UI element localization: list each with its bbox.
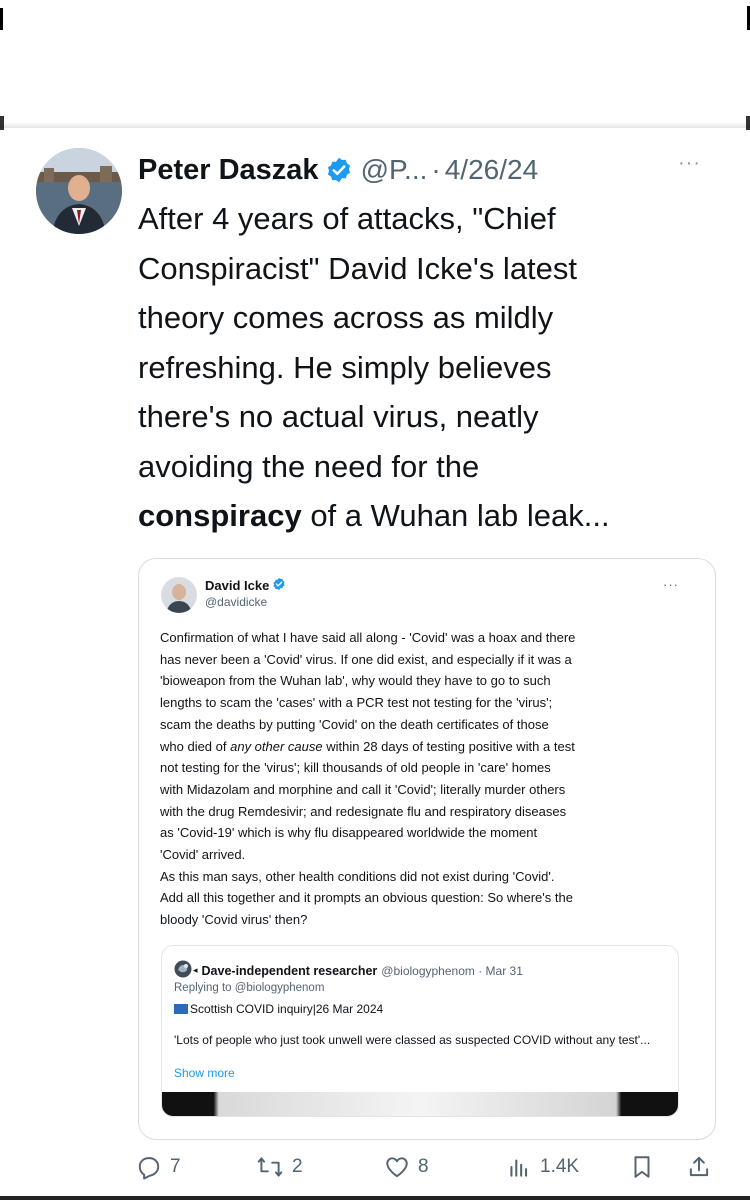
news-source: Scottish COVID inquiry|26 Mar 2024 bbox=[190, 1002, 384, 1016]
replying-to[interactable]: Replying to @biologyphenom bbox=[174, 982, 324, 994]
verified-badge-icon bbox=[325, 156, 353, 184]
post-text-line: refreshing. He simply believes bbox=[138, 349, 552, 385]
quoted-text-part: within 28 days of testing positive with … bbox=[322, 738, 575, 754]
edge-mark bbox=[0, 8, 3, 30]
views-count: 1.4K bbox=[540, 1156, 580, 1177]
share-button[interactable] bbox=[686, 1154, 712, 1180]
quoted-author-row: David Icke bbox=[205, 577, 286, 594]
action-bar: 7 2 8 1.4K bbox=[0, 1146, 750, 1190]
nested-author-row: ◂ Dave-independent researcher @biologyph… bbox=[174, 960, 523, 981]
news-icon bbox=[174, 1004, 188, 1014]
quoted-text-line: as 'Covid-19' which is why flu disappear… bbox=[160, 825, 538, 841]
share-icon bbox=[686, 1154, 712, 1180]
verified-badge-icon bbox=[272, 577, 286, 594]
quoted-text-line: scam the deaths by putting 'Covid' on th… bbox=[160, 716, 549, 732]
nested-author-avatar[interactable] bbox=[174, 960, 192, 981]
reply-button[interactable]: 7 bbox=[136, 1154, 181, 1180]
post-text-line: conspiracy of a Wuhan lab leak... bbox=[138, 491, 728, 541]
repost-count: 2 bbox=[292, 1156, 303, 1177]
post-text-line: After 4 years of attacks, "Chief bbox=[138, 201, 556, 236]
show-more-link[interactable]: Show more bbox=[174, 1066, 235, 1080]
post-text-line: theory comes across as mildly bbox=[138, 300, 554, 335]
reply-count: 7 bbox=[170, 1156, 181, 1177]
like-button[interactable]: 8 bbox=[384, 1154, 429, 1180]
bottom-edge bbox=[0, 1196, 750, 1200]
divider-shadow bbox=[0, 122, 750, 128]
author-avatar[interactable] bbox=[36, 148, 122, 234]
author-handle[interactable]: @P... bbox=[361, 154, 428, 186]
quoted-post-card[interactable]: David Icke @davidicke ··· Confirmation o… bbox=[138, 558, 716, 1140]
top-blank-area bbox=[0, 0, 750, 130]
quoted-text-line: lengths to scam the 'cases' with a PCR t… bbox=[160, 695, 553, 711]
more-options-icon[interactable]: ··· bbox=[678, 152, 701, 175]
quoted-post-text: Confirmation of what I have said all alo… bbox=[160, 627, 680, 931]
news-source-row: Scottish COVID inquiry|26 Mar 2024 bbox=[174, 1002, 383, 1016]
nested-author-handle[interactable]: @biologyphenom · Mar 31 bbox=[381, 964, 523, 978]
quoted-text-line: with the drug Remdesivir; and redesignat… bbox=[160, 803, 567, 819]
like-count: 8 bbox=[418, 1156, 429, 1177]
quoted-text-line: has never been a 'Covid' virus. If one d… bbox=[160, 651, 572, 667]
quoted-text-line: Add all this together and it prompts an … bbox=[160, 890, 573, 906]
separator-dot: · bbox=[431, 154, 441, 185]
media-preview[interactable] bbox=[162, 1092, 678, 1116]
quoted-text-line: not testing for the 'virus'; kill thousa… bbox=[160, 760, 551, 776]
quoted-text-line: who died of any other cause within 28 da… bbox=[160, 736, 680, 758]
quoted-text-line: 'bioweapon from the Wuhan lab', why woul… bbox=[160, 673, 551, 689]
more-options-icon[interactable]: ··· bbox=[663, 577, 679, 592]
heart-icon bbox=[384, 1154, 410, 1180]
quoted-text-part: who died of bbox=[160, 738, 231, 754]
quoted-author-avatar[interactable] bbox=[161, 577, 197, 613]
repost-icon bbox=[256, 1154, 284, 1180]
nested-quote-text: 'Lots of people who just took unwell wer… bbox=[174, 1033, 651, 1047]
nested-quoted-card[interactable]: ◂ Dave-independent researcher @biologyph… bbox=[161, 945, 679, 1117]
quoted-author-name[interactable]: David Icke bbox=[205, 578, 269, 593]
quoted-text-italic: any other cause bbox=[230, 738, 323, 754]
quoted-text-line: bloody 'Covid virus' then? bbox=[160, 912, 308, 928]
quoted-text-line: Confirmation of what I have said all alo… bbox=[160, 630, 576, 645]
nested-author-name[interactable]: Dave-independent researcher bbox=[202, 964, 378, 978]
author-name[interactable]: Peter Daszak bbox=[138, 154, 319, 187]
bold-word: conspiracy bbox=[138, 498, 302, 533]
bookmark-button[interactable] bbox=[630, 1154, 654, 1180]
post-text-tail: of a Wuhan lab leak... bbox=[301, 498, 610, 533]
quoted-text-line: 'Covid' arrived. bbox=[160, 847, 246, 863]
views-button[interactable]: 1.4K bbox=[506, 1154, 579, 1180]
post-header: Peter Daszak @P... · 4/26/24 bbox=[138, 150, 738, 190]
bookmark-icon bbox=[630, 1154, 654, 1180]
quoted-author-handle[interactable]: @davidicke bbox=[205, 595, 267, 609]
reply-icon bbox=[136, 1154, 162, 1180]
post-date[interactable]: 4/26/24 bbox=[445, 154, 538, 186]
post-text-line: Conspiracist" David Icke's latest bbox=[138, 250, 578, 286]
repost-button[interactable]: 2 bbox=[256, 1154, 303, 1180]
post-text: After 4 years of attacks, "Chief Conspir… bbox=[138, 194, 728, 541]
views-chart-icon bbox=[506, 1154, 532, 1180]
post-text-line: there's no actual virus, neatly bbox=[138, 399, 539, 434]
post-text-line: avoiding the need for the bbox=[138, 448, 480, 484]
quoted-text-line: As this man says, other health condition… bbox=[160, 868, 555, 884]
reply-arrow-icon: ◂ bbox=[193, 965, 198, 975]
quoted-text-line: with Midazolam and morphine and call it … bbox=[160, 781, 566, 797]
